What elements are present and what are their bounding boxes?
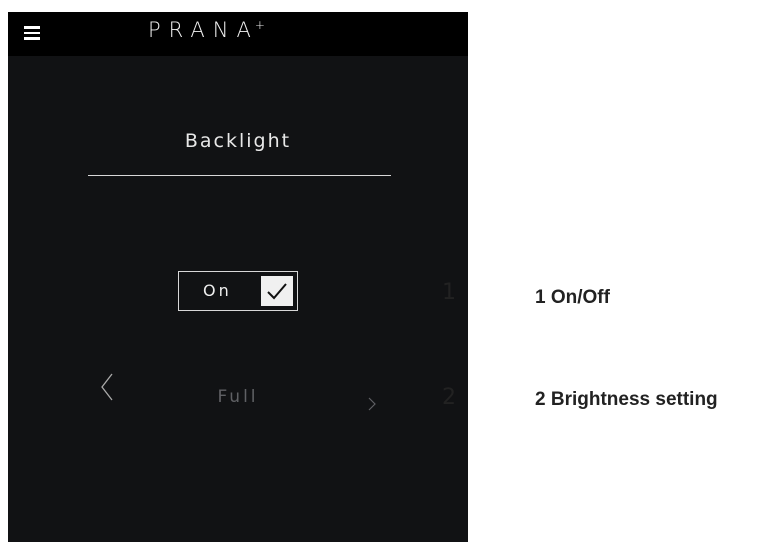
device-screen: PRANA+ Backlight On Full	[8, 12, 468, 542]
backlight-toggle[interactable]: On	[178, 271, 298, 311]
checkmark-icon	[267, 283, 287, 300]
brightness-value: Full	[217, 387, 259, 407]
legend-text: On/Off	[550, 287, 610, 308]
toggle-label: On	[203, 281, 232, 300]
legend-number: 2	[535, 389, 546, 410]
title-divider	[88, 175, 391, 176]
app-logo: PRANA+	[148, 18, 265, 42]
top-bar: PRANA+	[8, 12, 468, 56]
legend-number: 1	[535, 287, 546, 308]
chevron-right-icon	[368, 397, 376, 411]
legend-item-1: 1 On/Off	[535, 287, 610, 309]
logo-text: PRANA	[148, 18, 259, 42]
legend-text: Brightness setting	[550, 389, 718, 410]
legend-item-2: 2 Brightness setting	[535, 389, 718, 411]
checkbox[interactable]	[261, 276, 293, 306]
callout-marker-2: 2	[442, 385, 456, 410]
logo-plus: +	[254, 18, 265, 32]
page-title: Backlight	[184, 130, 292, 152]
brightness-next-button[interactable]	[368, 396, 376, 415]
hamburger-menu-icon[interactable]	[24, 26, 40, 40]
callout-marker-1: 1	[442, 280, 456, 305]
